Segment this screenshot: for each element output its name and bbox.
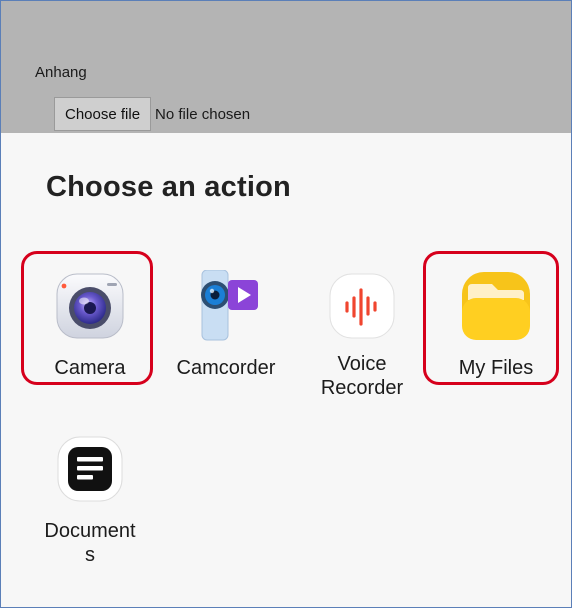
app-label-voice-recorder: Voice Recorder <box>320 353 404 399</box>
attachment-label: Anhang <box>35 64 87 81</box>
sheet-title: Choose an action <box>46 171 291 203</box>
voice-recorder-icon <box>326 270 398 342</box>
app-label-documents: Document s <box>44 520 136 566</box>
app-documents[interactable]: Document s <box>25 433 155 567</box>
action-chooser-sheet: Choose an action Camera Camcorder Voice … <box>1 133 571 607</box>
screenshot-frame: Anhang Choose file No file chosen Choose… <box>0 0 572 608</box>
app-camcorder[interactable]: Camcorder <box>161 269 291 380</box>
app-voice-recorder[interactable]: Voice Recorder <box>297 270 427 400</box>
choose-file-button[interactable]: Choose file <box>54 97 152 131</box>
camcorder-icon <box>190 269 262 342</box>
page-background-dimmed: Anhang Choose file No file chosen <box>1 1 571 133</box>
documents-icon <box>54 433 126 505</box>
camera-highlight-box <box>21 251 153 385</box>
app-label-camcorder: Camcorder <box>176 357 276 379</box>
file-input[interactable]: Choose file No file chosen <box>54 97 250 131</box>
file-status-text: No file chosen <box>155 105 251 123</box>
my-files-highlight-box <box>423 251 559 385</box>
